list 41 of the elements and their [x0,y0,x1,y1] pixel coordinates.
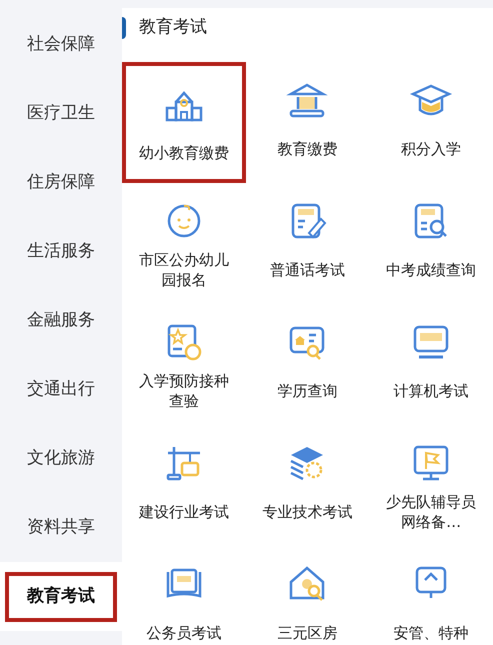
service-tile[interactable]: 幼小教育缴费 [122,62,246,183]
service-label: 中考成绩查询 [385,260,478,280]
service-tile[interactable]: 教育缴费 [246,62,370,183]
service-tile[interactable]: 计算机考试 [369,304,493,425]
service-tile[interactable]: 中考成绩查询 [369,183,493,304]
service-tile[interactable]: 三元区房 [246,546,370,645]
service-tile[interactable]: 专业技术考试 [246,425,370,546]
service-tile[interactable]: 积分入学 [369,62,493,183]
sidebar-item[interactable]: 文化旅游 [5,434,117,484]
sidebar-item[interactable]: 生活服务 [5,226,117,276]
sidebar-item[interactable]: 交通出行 [5,364,117,414]
service-label: 积分入学 [400,139,462,159]
service-label: 入学预防接种查验 [138,371,230,411]
section-title: 教育考试 [139,16,207,40]
sidebar-item[interactable]: 住房保障 [5,158,117,208]
service-label: 安管、特种 [392,623,470,643]
service-label: 市区公办幼儿园报名 [138,250,230,290]
sidebar-item[interactable]: 教育考试 [5,572,117,622]
sidebar-item[interactable]: 资料共享 [5,502,117,552]
service-label: 建设行业考试 [138,502,230,522]
service-label: 学历查询 [276,381,338,401]
service-label: 专业技术考试 [261,502,354,522]
service-tile[interactable]: 少先队辅导员网络备… [369,425,493,546]
service-tile[interactable]: 安管、特种 [369,546,493,645]
service-label: 公务员考试 [145,623,222,643]
service-tile[interactable]: 建设行业考试 [122,425,246,546]
service-tile[interactable]: 公务员考试 [122,546,246,645]
service-tile[interactable]: 入学预防接种查验 [122,304,246,425]
sidebar-item[interactable]: 医疗卫生 [5,88,117,138]
sidebar-item[interactable]: 社会保障 [5,20,117,70]
service-label: 普通话考试 [268,260,346,280]
service-label: 幼小教育缴费 [138,142,230,162]
service-label: 少先队辅导员网络备… [385,492,478,532]
service-label: 计算机考试 [392,381,470,401]
sidebar-item[interactable]: 金融服务 [5,296,117,346]
service-label: 三元区房 [276,623,338,643]
section-marker [122,17,126,39]
service-tile[interactable]: 学历查询 [246,304,370,425]
service-tile[interactable]: 市区公办幼儿园报名 [122,183,246,304]
service-tile[interactable]: 普通话考试 [246,183,370,304]
service-label: 教育缴费 [276,139,338,159]
